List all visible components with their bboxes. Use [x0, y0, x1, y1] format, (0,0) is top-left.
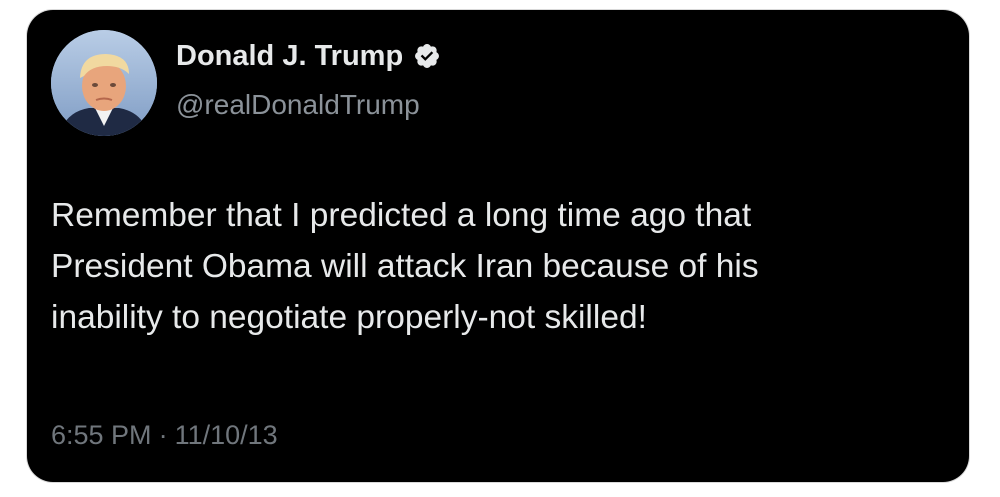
- avatar[interactable]: [51, 30, 157, 136]
- tweet-text-line: inability to negotiate properly-not skil…: [51, 299, 647, 336]
- tweet-card: Donald J. Trump @realDonaldTrump Remembe…: [27, 10, 969, 482]
- tweet-timestamp[interactable]: 6:55 PM · 11/10/13: [51, 418, 278, 452]
- verified-badge-icon: [413, 42, 441, 70]
- author-name-row: Donald J. Trump: [176, 38, 441, 74]
- timestamp-separator: ·: [158, 420, 168, 450]
- author-handle[interactable]: @realDonaldTrump: [176, 88, 420, 122]
- tweet-text-line: Remember that I predicted a long time ag…: [51, 197, 752, 234]
- tweet-text: Remember that I predicted a long time ag…: [51, 190, 951, 343]
- tweet-time: 6:55 PM: [51, 420, 152, 450]
- tweet-date: 11/10/13: [174, 420, 278, 450]
- author-display-name[interactable]: Donald J. Trump: [176, 38, 403, 74]
- tweet-text-line: President Obama will attack Iran because…: [51, 248, 759, 285]
- profile-photo-icon: [51, 30, 157, 136]
